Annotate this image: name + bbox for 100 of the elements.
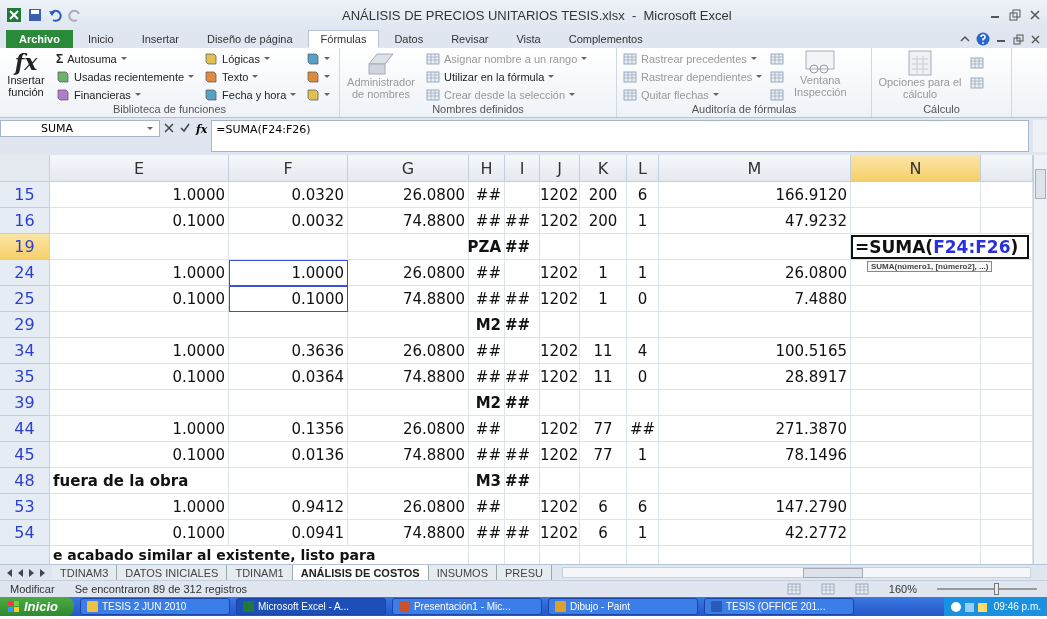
- close-icon[interactable]: [1029, 9, 1041, 21]
- table-cell[interactable]: [627, 312, 659, 338]
- table-cell[interactable]: [540, 390, 580, 416]
- table-cell[interactable]: ##: [505, 520, 540, 546]
- sheet-tab[interactable]: PRESU: [497, 565, 552, 580]
- row-header[interactable]: 45: [0, 442, 50, 468]
- column-header[interactable]: M: [659, 155, 851, 182]
- formula-input[interactable]: =SUMA(F24:F26): [211, 120, 1029, 152]
- table-cell[interactable]: [50, 390, 229, 416]
- table-cell[interactable]: 6: [627, 494, 659, 520]
- table-cell[interactable]: [348, 234, 469, 260]
- table-cell[interactable]: 11: [580, 364, 627, 390]
- table-cell[interactable]: 11: [580, 338, 627, 364]
- table-cell[interactable]: ##: [469, 338, 505, 364]
- table-cell[interactable]: 74.8800: [348, 364, 469, 390]
- ribbon-tab[interactable]: Datos: [381, 30, 437, 48]
- row-header[interactable]: 35: [0, 364, 50, 390]
- table-cell[interactable]: 1: [627, 260, 659, 286]
- cancel-icon[interactable]: [164, 123, 174, 133]
- enter-icon[interactable]: [180, 123, 190, 133]
- table-cell[interactable]: [229, 234, 348, 260]
- column-header[interactable]: L: [627, 155, 659, 182]
- table-cell[interactable]: 77: [580, 442, 627, 468]
- table-cell[interactable]: [540, 468, 580, 494]
- table-cell[interactable]: ##: [505, 208, 540, 234]
- table-cell[interactable]: [505, 260, 540, 286]
- column-header[interactable]: J: [540, 155, 580, 182]
- taskbar-button[interactable]: TESIS 2 JUN 2010: [79, 598, 230, 615]
- table-cell[interactable]: 0.1356: [229, 416, 348, 442]
- table-cell[interactable]: ##: [505, 390, 540, 416]
- sheet-tab[interactable]: DATOS INICIALES: [117, 565, 228, 580]
- table-cell[interactable]: 26.0800: [659, 260, 851, 286]
- table-cell[interactable]: ##: [627, 416, 659, 442]
- table-cell[interactable]: 0.1000: [50, 364, 229, 390]
- table-cell[interactable]: 1202: [540, 520, 580, 546]
- column-header[interactable]: E: [50, 155, 229, 182]
- table-cell[interactable]: 1.0000: [50, 338, 229, 364]
- table-cell[interactable]: [540, 234, 580, 260]
- taskbar-button[interactable]: TESIS (OFFICE 201...: [703, 598, 854, 615]
- table-cell[interactable]: [580, 312, 627, 338]
- table-cell[interactable]: 6: [580, 494, 627, 520]
- table-cell[interactable]: [659, 312, 851, 338]
- help-icon[interactable]: [976, 32, 990, 46]
- table-cell[interactable]: [659, 468, 851, 494]
- column-header[interactable]: G: [348, 155, 469, 182]
- row-header[interactable]: 53: [0, 494, 50, 520]
- table-cell[interactable]: ##: [469, 260, 505, 286]
- table-cell[interactable]: [505, 416, 540, 442]
- table-cell[interactable]: 1: [580, 286, 627, 312]
- table-cell[interactable]: [851, 312, 981, 338]
- table-cell[interactable]: [851, 364, 981, 390]
- zoom-thumb[interactable]: [994, 583, 999, 595]
- table-cell[interactable]: 74.8800: [348, 286, 469, 312]
- table-cell[interactable]: 26.0800: [348, 260, 469, 286]
- row-header[interactable]: 16: [0, 208, 50, 234]
- table-cell[interactable]: ##: [469, 286, 505, 312]
- table-cell[interactable]: 47.9232: [659, 208, 851, 234]
- table-cell[interactable]: 28.8917: [659, 364, 851, 390]
- table-cell[interactable]: [348, 312, 469, 338]
- table-cell[interactable]: [851, 468, 981, 494]
- taskbar-button[interactable]: Dibujo - Paint: [547, 598, 698, 615]
- table-cell[interactable]: M2: [469, 312, 505, 338]
- horizontal-scrollbar[interactable]: [561, 567, 1031, 578]
- table-cell[interactable]: 1202: [540, 494, 580, 520]
- sheet-tab[interactable]: TDINAM3: [52, 565, 118, 580]
- table-cell[interactable]: 78.1496: [659, 442, 851, 468]
- taskbar-button[interactable]: Presentación1 - Mic...: [391, 598, 542, 615]
- table-cell[interactable]: 26.0800: [348, 338, 469, 364]
- save-icon[interactable]: [28, 8, 42, 22]
- table-cell[interactable]: 166.9120: [659, 182, 851, 208]
- ribbon-tab[interactable]: Archivo: [6, 30, 73, 48]
- table-cell[interactable]: 7.4880: [659, 286, 851, 312]
- column-header[interactable]: H: [469, 155, 505, 182]
- table-cell[interactable]: 0.0136: [229, 442, 348, 468]
- table-cell[interactable]: 1: [627, 208, 659, 234]
- table-cell[interactable]: 0.1000: [50, 520, 229, 546]
- table-cell[interactable]: 4: [627, 338, 659, 364]
- table-cell[interactable]: ##: [469, 364, 505, 390]
- table-cell[interactable]: 0.1000: [229, 286, 348, 312]
- table-cell[interactable]: 0.9412: [229, 494, 348, 520]
- close-icon[interactable]: [1030, 33, 1041, 45]
- select-all-corner[interactable]: [0, 155, 50, 182]
- table-cell[interactable]: 26.0800: [348, 494, 469, 520]
- table-cell[interactable]: 1202: [540, 286, 580, 312]
- table-cell[interactable]: 1202: [540, 442, 580, 468]
- table-cell[interactable]: 1202: [540, 338, 580, 364]
- table-cell[interactable]: [851, 208, 981, 234]
- table-cell[interactable]: 0.1000: [50, 442, 229, 468]
- table-cell[interactable]: 6: [580, 520, 627, 546]
- table-cell[interactable]: [505, 338, 540, 364]
- table-cell[interactable]: [229, 468, 348, 494]
- sheet-tab[interactable]: TDINAM1: [227, 565, 293, 580]
- table-cell[interactable]: [505, 182, 540, 208]
- row-header[interactable]: 24: [0, 260, 50, 286]
- table-cell[interactable]: 26.0800: [348, 416, 469, 442]
- ribbon-command[interactable]: Lógicas: [202, 50, 299, 67]
- table-cell[interactable]: M3: [469, 468, 505, 494]
- row-header[interactable]: 48: [0, 468, 50, 494]
- table-cell[interactable]: 200: [580, 208, 627, 234]
- table-cell[interactable]: ##: [469, 208, 505, 234]
